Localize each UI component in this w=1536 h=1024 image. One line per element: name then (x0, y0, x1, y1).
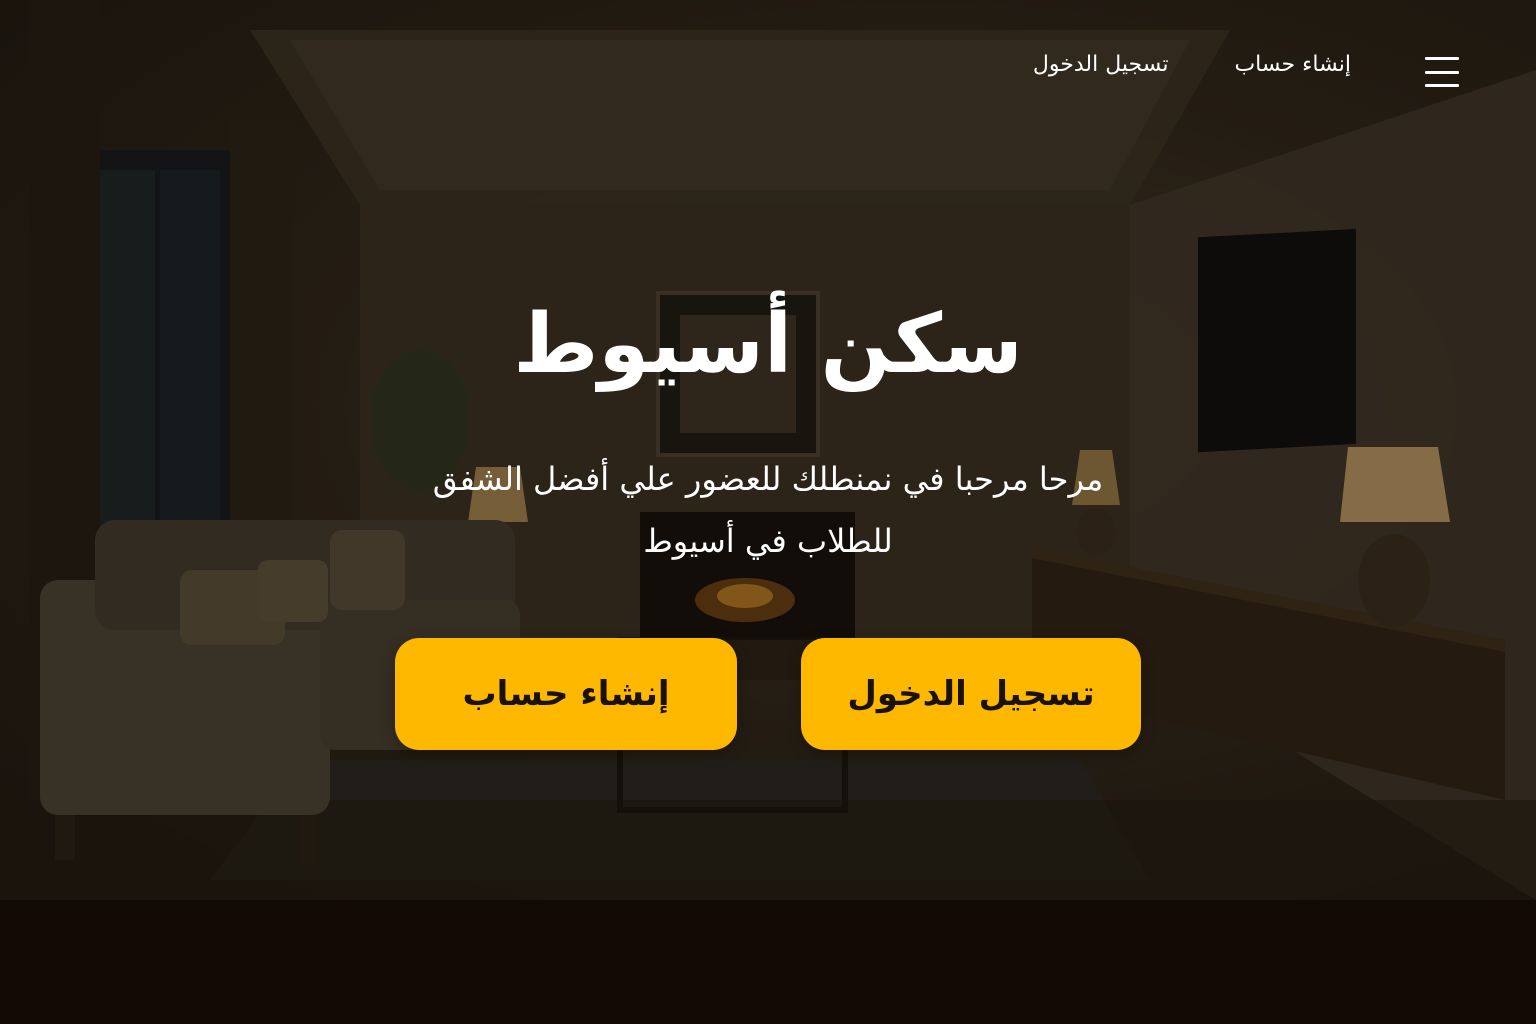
bottom-band (0, 900, 1536, 1024)
nav-login-link[interactable]: تسجيل الدخول (1033, 52, 1169, 77)
menu-bar (1425, 57, 1459, 60)
hero-content: سكن أسيوط مرحا مرحبا في نمنطلك للعضور عل… (0, 290, 1536, 572)
cta-buttons: تسجيل الدخول إنشاء حساب (0, 638, 1536, 750)
hero-subtitle: مرحا مرحبا في نمنطلك للعضور علي أفضل الش… (432, 460, 1104, 560)
top-nav: إنشاء حساب تسجيل الدخول (1033, 52, 1351, 77)
menu-bar (1425, 70, 1459, 74)
landing-page: إنشاء حساب تسجيل الدخول سكن أسيوط مرحا م… (0, 0, 1536, 1024)
menu-bar (1425, 84, 1459, 87)
hero-title: سكن أسيوط (513, 297, 1023, 392)
login-button[interactable]: تسجيل الدخول (801, 638, 1141, 750)
nav-signup-link[interactable]: إنشاء حساب (1234, 52, 1351, 77)
signup-button[interactable]: إنشاء حساب (395, 638, 737, 750)
hamburger-menu-icon[interactable] (1425, 57, 1461, 87)
